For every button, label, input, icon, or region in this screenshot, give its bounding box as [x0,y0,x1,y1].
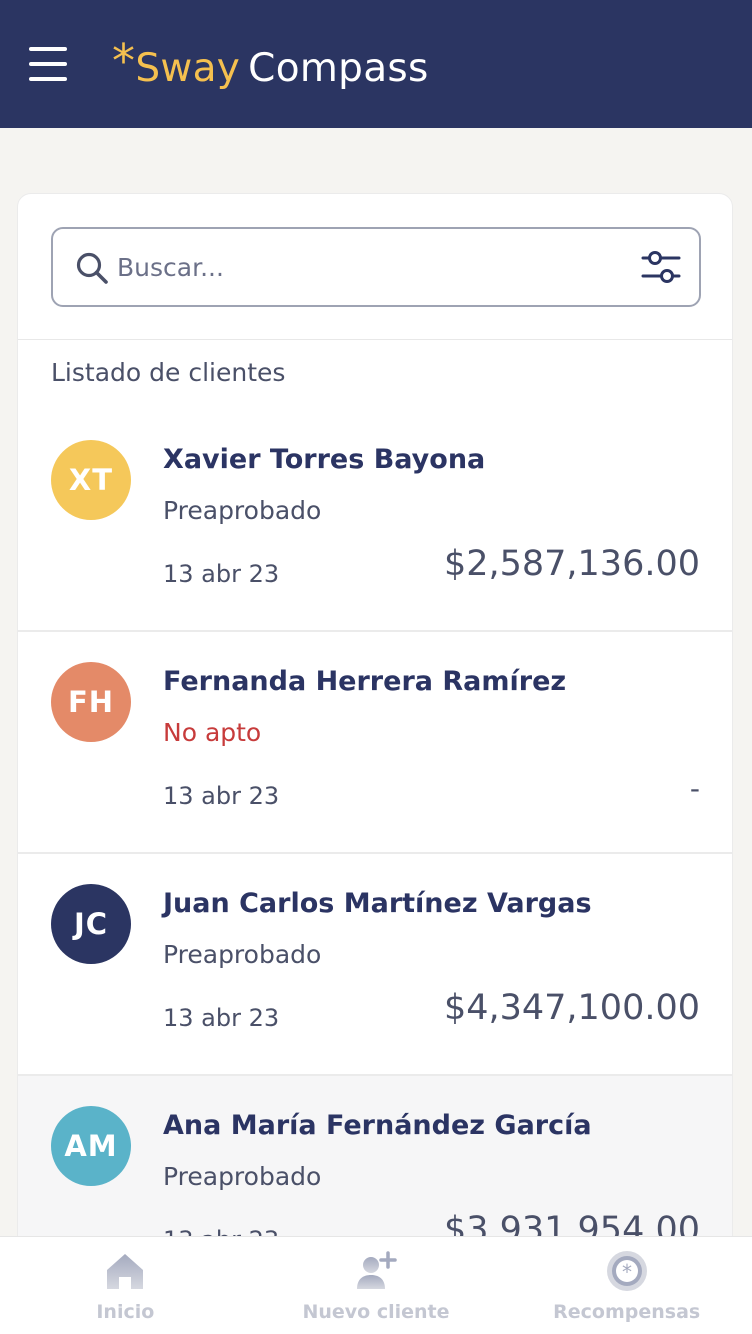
avatar: AM [51,1106,131,1186]
nav-label: Recompensas [553,1301,701,1323]
clients-card: Listado de clientes XT Xavier Torres Bay… [17,193,733,1273]
client-amount: $4,347,100.00 [443,988,700,1028]
client-name: Juan Carlos Martínez Vargas [163,888,592,919]
avatar: JC [51,884,131,964]
nav-item-inicio[interactable]: Inicio [0,1237,251,1334]
svg-text:*: * [622,1260,632,1284]
search-icon [76,252,108,284]
client-row[interactable]: XT Xavier Torres Bayona Preaprobado 13 a… [18,410,732,632]
search-box[interactable] [51,227,701,307]
bottom-nav: Inicio Nuevo cliente * Recompensas [0,1236,752,1334]
home-icon [107,1254,144,1289]
menu-bar [29,62,67,66]
nav-item-nuevo-cliente[interactable]: Nuevo cliente [251,1237,502,1334]
nav-label: Inicio [96,1301,155,1323]
avatar: FH [51,662,131,742]
client-date: 13 abr 23 [163,782,280,810]
nav-item-recompensas[interactable]: * Recompensas [501,1237,752,1334]
nav-label: Nuevo cliente [302,1301,450,1323]
divider [18,339,732,340]
client-status: Preaprobado [163,940,322,969]
search-input[interactable] [117,245,617,289]
brand-logo: *Sway Compass [112,34,429,92]
add-user-icon [357,1251,397,1289]
client-amount: - [689,772,700,805]
client-name: Fernanda Herrera Ramírez [163,666,567,697]
brand-star: * [112,34,136,88]
client-status: No apto [163,718,262,747]
client-date: 13 abr 23 [163,1004,280,1032]
client-amount: $2,587,136.00 [443,544,700,584]
avatar: XT [51,440,131,520]
app-header: *Sway Compass [0,0,752,128]
rewards-icon: * [606,1251,647,1291]
brand-compass: Compass [248,46,429,91]
client-row[interactable]: JC Juan Carlos Martínez Vargas Preaproba… [18,854,732,1076]
menu-button[interactable] [29,47,67,81]
client-status: Preaprobado [163,1162,322,1191]
client-row[interactable]: FH Fernanda Herrera Ramírez No apto 13 a… [18,632,732,854]
menu-bar [29,77,67,81]
client-date: 13 abr 23 [163,560,280,588]
brand-sway: Sway [135,46,241,91]
client-status: Preaprobado [163,496,322,525]
list-title: Listado de clientes [51,358,286,387]
client-name: Ana María Fernández García [163,1110,592,1141]
client-name: Xavier Torres Bayona [163,444,486,475]
filter-icon[interactable] [641,249,681,285]
menu-bar [29,47,67,51]
